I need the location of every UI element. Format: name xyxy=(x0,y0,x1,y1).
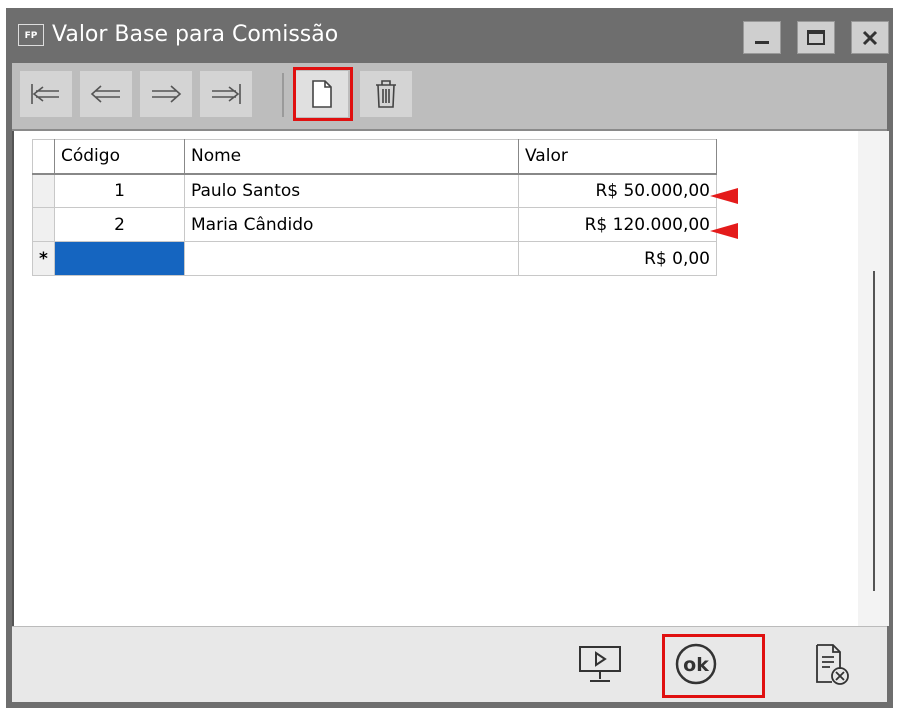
ok-highlight xyxy=(662,634,765,698)
footer-bar: ok xyxy=(12,626,887,702)
first-record-icon xyxy=(31,84,59,104)
close-icon xyxy=(862,30,878,45)
cancel-document-icon xyxy=(816,644,849,685)
maximize-button[interactable] xyxy=(797,21,835,54)
cell-nome[interactable] xyxy=(184,241,519,276)
cancel-button[interactable] xyxy=(802,639,862,689)
title-bar: FP Valor Base para Comissão xyxy=(6,8,893,63)
cell-nome[interactable]: Maria Cândido xyxy=(184,207,519,242)
previous-record-button[interactable] xyxy=(80,71,132,117)
table-row-new[interactable]: * R$ 0,00 xyxy=(32,241,717,276)
first-record-button[interactable] xyxy=(20,71,72,117)
cell-valor[interactable]: R$ 50.000,00 xyxy=(518,173,717,208)
minimize-button[interactable] xyxy=(743,21,781,54)
cell-codigo-selected[interactable] xyxy=(54,241,185,276)
table-row[interactable]: 1 Paulo Santos R$ 50.000,00 xyxy=(32,173,717,208)
last-record-button[interactable] xyxy=(200,71,252,117)
column-header-codigo[interactable]: Código xyxy=(54,139,185,175)
table-header-row: Código Nome Valor xyxy=(32,139,717,175)
cell-valor[interactable]: R$ 120.000,00 xyxy=(518,207,717,242)
cell-nome[interactable]: Paulo Santos xyxy=(184,173,519,208)
column-header-valor[interactable]: Valor xyxy=(518,139,717,175)
presentation-icon xyxy=(579,646,621,682)
last-record-icon xyxy=(212,84,241,104)
scrollbar-thumb[interactable] xyxy=(873,271,875,591)
cell-codigo[interactable]: 2 xyxy=(54,207,185,242)
toolbar-separator xyxy=(282,73,284,117)
next-record-icon xyxy=(152,85,182,103)
minimize-icon xyxy=(755,40,769,44)
close-button[interactable] xyxy=(851,21,889,54)
row-selector[interactable] xyxy=(32,173,55,208)
window-title: Valor Base para Comissão xyxy=(52,22,339,47)
window: FP Valor Base para Comissão Código Nome … xyxy=(6,8,893,708)
grid-area: Código Nome Valor 1 Paulo Santos R$ 50.0… xyxy=(12,131,889,626)
column-header-nome[interactable]: Nome xyxy=(184,139,519,175)
trash-icon xyxy=(376,80,396,108)
maximize-icon xyxy=(807,29,825,45)
table-row[interactable]: 2 Maria Cândido R$ 120.000,00 xyxy=(32,207,717,242)
row-pointer-arrow xyxy=(710,223,738,239)
previous-record-icon xyxy=(90,85,120,103)
row-header-corner xyxy=(32,139,55,175)
app-icon: FP xyxy=(18,24,44,46)
preview-button[interactable] xyxy=(570,639,630,689)
vertical-scrollbar[interactable] xyxy=(858,131,889,626)
cell-codigo[interactable]: 1 xyxy=(54,173,185,208)
row-pointer-arrow xyxy=(710,188,738,204)
cell-valor[interactable]: R$ 0,00 xyxy=(518,241,717,276)
new-record-highlight xyxy=(293,67,353,121)
records-table: Código Nome Valor 1 Paulo Santos R$ 50.0… xyxy=(32,139,717,276)
row-selector[interactable] xyxy=(32,207,55,242)
new-row-marker[interactable]: * xyxy=(32,241,55,276)
next-record-button[interactable] xyxy=(140,71,192,117)
delete-record-button[interactable] xyxy=(360,71,412,117)
toolbar xyxy=(12,63,887,131)
